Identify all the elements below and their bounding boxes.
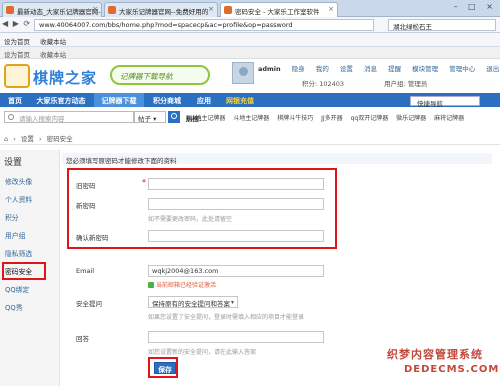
user-link-module-admin[interactable]: 模块管理 bbox=[412, 65, 438, 73]
browser-tab-active[interactable]: 密码安全 - 大家乐工作室软件 × bbox=[220, 2, 338, 17]
nav-item-official-news[interactable]: 大家乐官方动态 bbox=[30, 93, 92, 107]
user-link-mine[interactable]: 我的 bbox=[316, 65, 329, 73]
site-search-row: 请输入搜索内容 帖子 ▾ 热搜: jj斗地主记牌器 斗地主记牌器 棋牌斗牛技巧 … bbox=[0, 110, 500, 124]
hot-search-list: 热搜: jj斗地主记牌器 斗地主记牌器 棋牌斗牛技巧 JJ多开器 qq双开记牌器… bbox=[186, 115, 465, 123]
url-input[interactable]: www.40064007.com/bbs/home.php?mod=spacec… bbox=[34, 19, 374, 31]
sidebar-item-privacy[interactable]: 隐私筛选 bbox=[5, 248, 32, 258]
avatar[interactable] bbox=[232, 62, 254, 84]
divider bbox=[0, 144, 500, 145]
answer-hint: 如您设置新的安全提问，请在此输入答案 bbox=[148, 349, 257, 356]
search-button[interactable] bbox=[168, 111, 180, 123]
bookmark-site-link[interactable]: 收藏本站 bbox=[40, 51, 66, 59]
email-verified-status: 当前邮箱已经验证激活 bbox=[148, 280, 216, 289]
security-question-select[interactable]: 保持原有的安全提问和答案 ▾ bbox=[148, 296, 238, 308]
sidebar-title: 设置 bbox=[4, 158, 23, 168]
address-bar: ◀ ▶ ⟳ www.40064007.com/bbs/home.php?mod=… bbox=[0, 17, 500, 33]
hot-search-link[interactable]: 麻将记牌器 bbox=[434, 115, 464, 122]
user-link-logout[interactable]: 退出 bbox=[486, 65, 499, 73]
user-stats: 积分: 102403 用户组: 管理员 bbox=[302, 78, 465, 88]
search-type-select[interactable]: 帖子 ▾ bbox=[134, 111, 166, 123]
quick-nav-button[interactable]: 快捷导航 bbox=[410, 96, 480, 108]
user-link-settings[interactable]: 设置 bbox=[340, 65, 353, 73]
answer-label: 回答 bbox=[76, 335, 89, 343]
sidebar-item-profile[interactable]: 个人资料 bbox=[5, 194, 32, 204]
security-question-hint: 如果您设置了安全提问，登录时需填入相应的项目才能登录 bbox=[148, 314, 305, 321]
highlight-save-button bbox=[148, 357, 178, 378]
home-icon[interactable]: ⌂ bbox=[4, 135, 8, 143]
site-favicon-icon bbox=[108, 6, 116, 14]
site-slogan: 记牌器下载导航 bbox=[110, 65, 210, 85]
nav-item-home[interactable]: 首页 bbox=[0, 93, 30, 107]
nav-item-apps[interactable]: 应用 bbox=[190, 93, 218, 107]
answer-input[interactable] bbox=[148, 331, 324, 343]
nav-buttons[interactable]: ◀ ▶ ⟳ bbox=[2, 19, 32, 28]
chevron-down-icon: ▾ bbox=[230, 299, 234, 306]
browser-search-input[interactable]: 湖北绿松石王 bbox=[388, 19, 496, 31]
close-tab-icon[interactable]: × bbox=[328, 5, 334, 13]
hot-search-link[interactable]: qq双开记牌器 bbox=[351, 115, 389, 122]
sidebar-item-points[interactable]: 积分 bbox=[5, 212, 19, 222]
email-label: Email bbox=[76, 267, 95, 275]
window-controls[interactable]: – □ × bbox=[454, 2, 497, 11]
sidebar-item-qq-show[interactable]: QQ秀 bbox=[5, 302, 23, 312]
watermark-domain: DEDECMS.COM bbox=[404, 364, 500, 375]
site-header: 棋牌之家 记牌器下载导航 admin 隐身 我的 设置 消息 提醒 模块管理 管… bbox=[0, 59, 500, 93]
site-logo[interactable]: 棋牌之家 bbox=[4, 62, 104, 90]
user-links: admin 隐身 我的 设置 消息 提醒 模块管理 管理中心 退出 bbox=[258, 63, 499, 73]
email-input[interactable]: wqkj2004@163.com bbox=[148, 265, 324, 277]
browser-tab[interactable]: 最新动态_大家乐记牌器官网--免 × bbox=[2, 2, 102, 17]
user-link-messages[interactable]: 消息 bbox=[364, 65, 377, 73]
breadcrumb-settings[interactable]: 设置 bbox=[21, 135, 34, 143]
user-points[interactable]: 积分: 102403 bbox=[302, 80, 344, 88]
bookmark-link[interactable]: 设为首页 bbox=[4, 38, 30, 46]
hot-search-link[interactable]: 棋牌斗牛技巧 bbox=[277, 115, 313, 122]
search-icon bbox=[8, 114, 14, 120]
nav-item-recharge[interactable]: 网银充值 bbox=[220, 93, 260, 107]
breadcrumb: ⌂ › 设置 › 密码安全 bbox=[4, 135, 73, 143]
bookmark-link[interactable]: 收藏本站 bbox=[40, 38, 66, 46]
browser-tab-bar: 最新动态_大家乐记牌器官网--免 × 大家乐记牌器官网--免费好用的 × 密码安… bbox=[0, 0, 500, 17]
highlight-password-fields bbox=[67, 168, 337, 249]
sidebar-item-usergroup[interactable]: 用户组 bbox=[5, 230, 25, 240]
browser-tab[interactable]: 大家乐记牌器官网--免费好用的 × bbox=[104, 2, 218, 17]
logo-house-icon bbox=[4, 64, 30, 88]
nav-item-download[interactable]: 记牌器下载 bbox=[94, 93, 144, 107]
user-link-invisible[interactable]: 隐身 bbox=[292, 65, 305, 73]
breadcrumb-password-security[interactable]: 密码安全 bbox=[47, 135, 73, 143]
user-group[interactable]: 用户组: 管理员 bbox=[384, 80, 427, 88]
close-tab-icon[interactable]: × bbox=[92, 5, 98, 13]
nav-item-points-mall[interactable]: 积分商城 bbox=[146, 93, 188, 107]
hot-search-link[interactable]: 微乐记牌器 bbox=[396, 115, 426, 122]
user-panel: admin 隐身 我的 设置 消息 提醒 模块管理 管理中心 退出 积分: 10… bbox=[232, 62, 499, 92]
sidebar-item-qq-bind[interactable]: QQ绑定 bbox=[5, 284, 29, 294]
hot-search-link[interactable]: JJ多开器 bbox=[321, 115, 343, 122]
close-tab-icon[interactable]: × bbox=[208, 5, 214, 13]
site-search-input[interactable]: 请输入搜索内容 bbox=[4, 111, 134, 123]
set-homepage-link[interactable]: 设为首页 bbox=[4, 51, 30, 59]
highlight-sidebar-item bbox=[2, 262, 46, 280]
user-link-admin-center[interactable]: 管理中心 bbox=[449, 65, 475, 73]
site-favicon-icon bbox=[224, 6, 232, 14]
verified-check-icon bbox=[148, 282, 154, 288]
site-top-strip: 设为首页 收藏本站 bbox=[0, 47, 500, 59]
watermark-text: 织梦内容管理系统 bbox=[387, 348, 483, 361]
username-link[interactable]: admin bbox=[258, 65, 281, 73]
security-question-label: 安全提问 bbox=[76, 300, 102, 308]
bookmarks-bar: 设为首页 收藏本站 bbox=[0, 33, 500, 47]
form-notice: 您必须填写原密码才能修改下面的资料 bbox=[62, 153, 492, 165]
hot-search-link[interactable]: 斗地主记牌器 bbox=[233, 115, 269, 122]
sidebar-item-avatar[interactable]: 修改头像 bbox=[5, 176, 32, 186]
user-link-notices[interactable]: 提醒 bbox=[388, 65, 401, 73]
site-favicon-icon bbox=[6, 6, 14, 14]
